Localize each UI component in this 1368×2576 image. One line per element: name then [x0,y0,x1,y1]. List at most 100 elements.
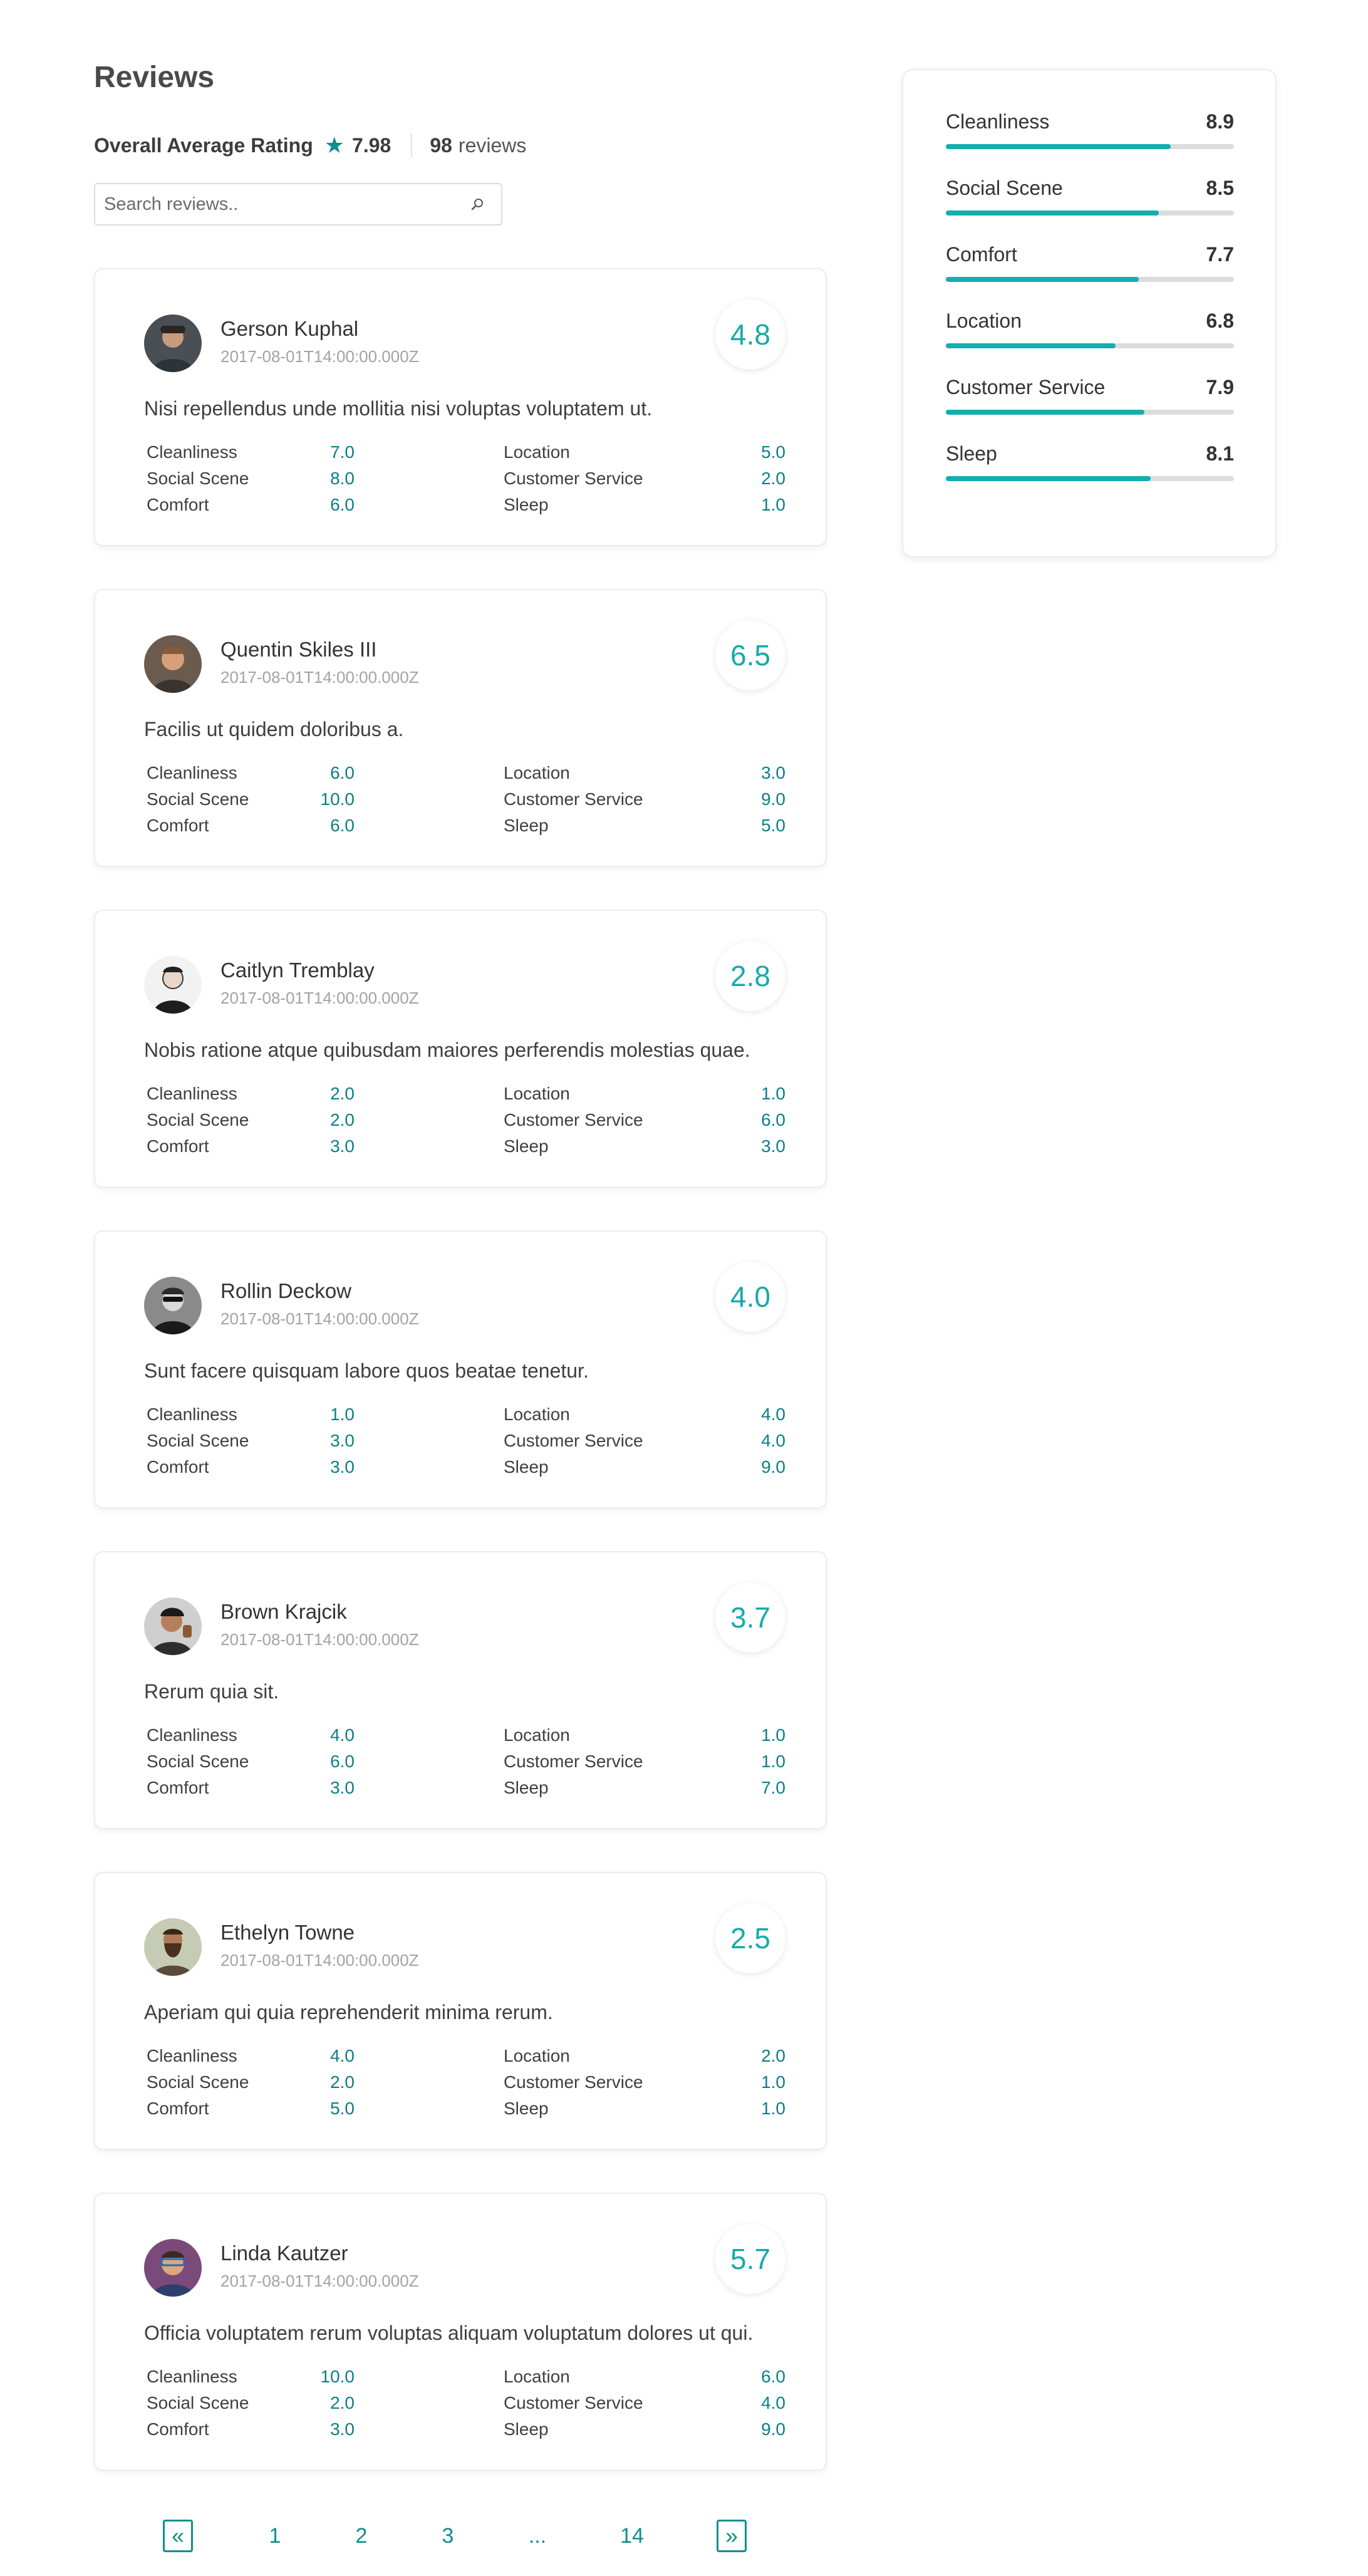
page-1[interactable]: 1 [266,2520,284,2552]
category-value: 2.0 [330,2393,355,2412]
category-value: 4.0 [761,1431,785,1450]
category-label: Location [504,1405,570,1424]
review-date: 2017-08-01T14:00:00.000Z [220,989,419,1007]
summary-value: 7.7 [1206,243,1234,266]
category-value: 3.0 [330,1778,355,1797]
page-2[interactable]: 2 [352,2520,371,2552]
avatar [144,2239,202,2297]
category-value: 6.0 [761,2367,785,2386]
category-value: 6.0 [761,1110,785,1130]
review-text: Nobis ratione atque quibusdam maiores pe… [144,1039,750,1061]
category-label: Customer Service [504,469,643,488]
category-label: Comfort [147,816,209,835]
summary-value: 8.1 [1206,442,1234,465]
summary-label: Customer Service [946,376,1106,398]
category-row: Cleanliness 4.0 Location 2.0 [147,2046,785,2072]
category-row: Comfort 6.0 Sleep 1.0 [147,495,785,521]
search-icon[interactable] [469,195,487,214]
category-row: Comfort 3.0 Sleep 7.0 [147,1778,785,1804]
review-text: Sunt facere quisquam labore quos beatae … [144,1359,589,1382]
search-input[interactable] [104,194,469,215]
summary-bar-fill [946,410,1145,415]
category-value: 10.0 [320,2367,355,2386]
review-date: 2017-08-01T14:00:00.000Z [220,1630,419,1649]
category-value: 10.0 [320,789,355,809]
category-value: 4.0 [761,1405,785,1424]
summary-bar-fill [946,343,1116,348]
category-row: Cleanliness 1.0 Location 4.0 [147,1405,785,1431]
category-label: Sleep [504,495,549,514]
category-label: Social Scene [147,1431,249,1450]
summary-bar-fill [946,144,1171,149]
category-value: 3.0 [761,763,785,782]
reviewer-name: Quentin Skiles III [220,638,377,661]
review-text: Aperiam qui quia reprehenderit minima re… [144,2001,553,2023]
overall-rating: Overall Average Rating ★ 7.98 98 reviews [94,132,526,159]
page-14[interactable]: 14 [616,2520,648,2552]
category-row: Cleanliness 4.0 Location 1.0 [147,1725,785,1752]
review-score: 4.8 [715,299,785,370]
summary-value: 8.5 [1206,177,1234,199]
category-value: 1.0 [761,1752,785,1771]
category-label: Location [504,763,570,782]
category-label: Comfort [147,1136,209,1156]
category-value: 5.0 [761,442,785,462]
category-label: Social Scene [147,789,249,809]
summary-value: 6.8 [1206,309,1234,332]
category-label: Sleep [504,816,549,835]
pagination: « 1 2 3 ... 14 » [163,2520,764,2552]
category-value: 1.0 [761,2099,785,2118]
category-value: 7.0 [761,1778,785,1797]
review-score: 3.7 [715,1582,785,1653]
review-score: 2.5 [715,1903,785,1973]
category-label: Social Scene [147,469,249,488]
category-row: Comfort 3.0 Sleep 9.0 [147,1457,785,1483]
review-card: Linda Kautzer 2017-08-01T14:00:00.000Z 5… [94,2193,827,2471]
category-value: 6.0 [330,763,355,782]
summary-value: 8.9 [1206,110,1234,133]
avatar [144,956,202,1014]
reviewer-name: Linda Kautzer [220,2241,348,2265]
category-row: Comfort 3.0 Sleep 9.0 [147,2419,785,2446]
avatar [144,1277,202,1334]
category-label: Cleanliness [147,1084,237,1103]
category-value: 5.0 [761,816,785,835]
category-row: Social Scene 2.0 Customer Service 1.0 [147,2072,785,2099]
category-value: 1.0 [761,2072,785,2092]
category-row: Cleanliness 10.0 Location 6.0 [147,2367,785,2393]
summary-bar-track [946,343,1234,348]
summary-bar-track [946,277,1234,282]
category-label: Cleanliness [147,763,237,782]
next-page-button[interactable]: » [717,2520,747,2552]
review-text: Facilis ut quidem doloribus a. [144,718,404,740]
category-value: 6.0 [330,495,355,514]
reviewer-name: Brown Krajcik [220,1600,347,1623]
star-icon: ★ [324,132,345,158]
avatar [144,1918,202,1976]
rating-summary-card: Cleanliness 8.9 Social Scene 8.5 Comfort… [902,69,1277,558]
prev-page-button[interactable]: « [163,2520,193,2552]
review-date: 2017-08-01T14:00:00.000Z [220,1309,419,1328]
category-value: 3.0 [761,1136,785,1156]
summary-bar-track [946,410,1234,415]
reviewer-name: Ethelyn Towne [220,1921,355,1944]
category-value: 2.0 [761,469,785,488]
summary-bar-fill [946,277,1139,282]
search-box[interactable] [94,183,502,226]
review-card: Caitlyn Tremblay 2017-08-01T14:00:00.000… [94,910,827,1188]
overall-rating-label: Overall Average Rating [94,133,313,157]
avatar [144,635,202,693]
category-scores: Cleanliness 10.0 Location 6.0 Social Scene 2… [147,2367,785,2446]
review-text: Nisi repellendus unde mollitia nisi volu… [144,397,653,420]
category-label: Social Scene [147,1110,249,1130]
review-card: Quentin Skiles III 2017-08-01T14:00:00.0… [94,589,827,867]
summary-bar-track [946,210,1234,216]
review-count-label: reviews [458,133,527,157]
category-label: Cleanliness [147,1725,237,1745]
page-3[interactable]: 3 [438,2520,457,2552]
category-value: 2.0 [330,1110,355,1130]
category-value: 5.0 [330,2099,355,2118]
summary-label: Location [946,309,1022,332]
category-value: 1.0 [761,1725,785,1745]
category-label: Sleep [504,1778,549,1797]
